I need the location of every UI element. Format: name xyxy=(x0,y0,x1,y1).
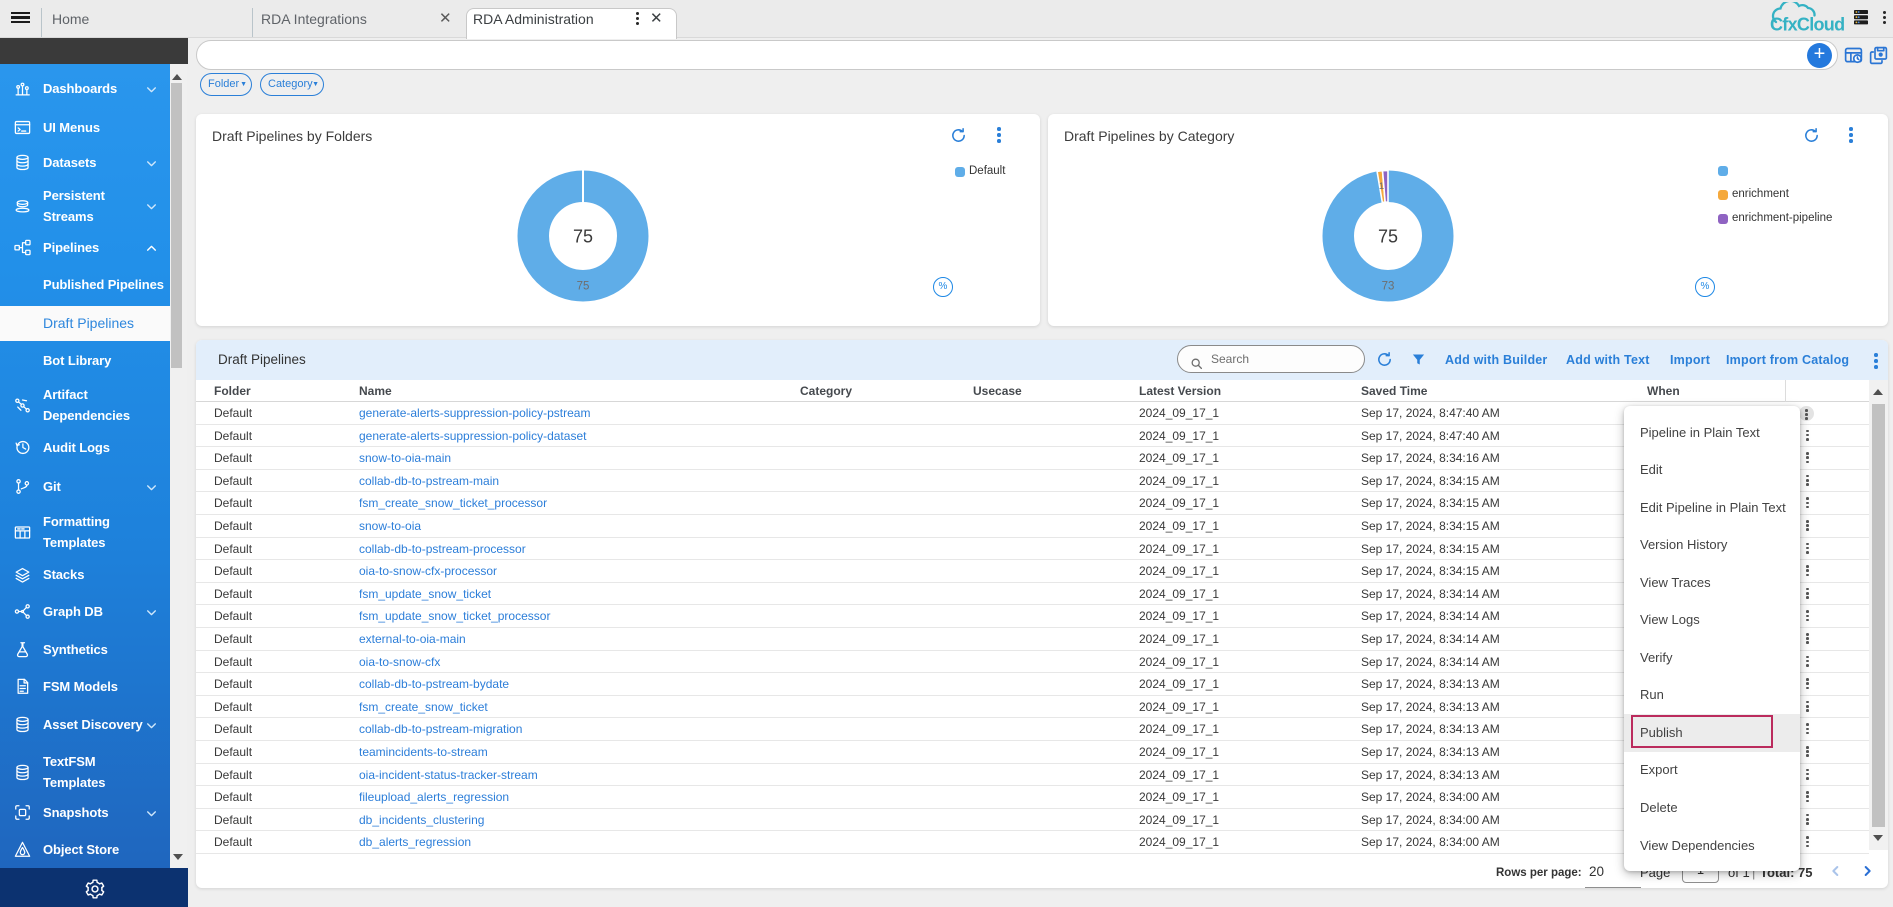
svg-text:1: 1 xyxy=(1379,181,1384,192)
svg-text:75: 75 xyxy=(577,281,590,293)
svg-text:75: 75 xyxy=(573,227,593,247)
svg-text:CfxCloud: CfxCloud xyxy=(1770,15,1844,35)
svg-text:75: 75 xyxy=(1378,227,1398,247)
svg-text:73: 73 xyxy=(1382,281,1395,293)
